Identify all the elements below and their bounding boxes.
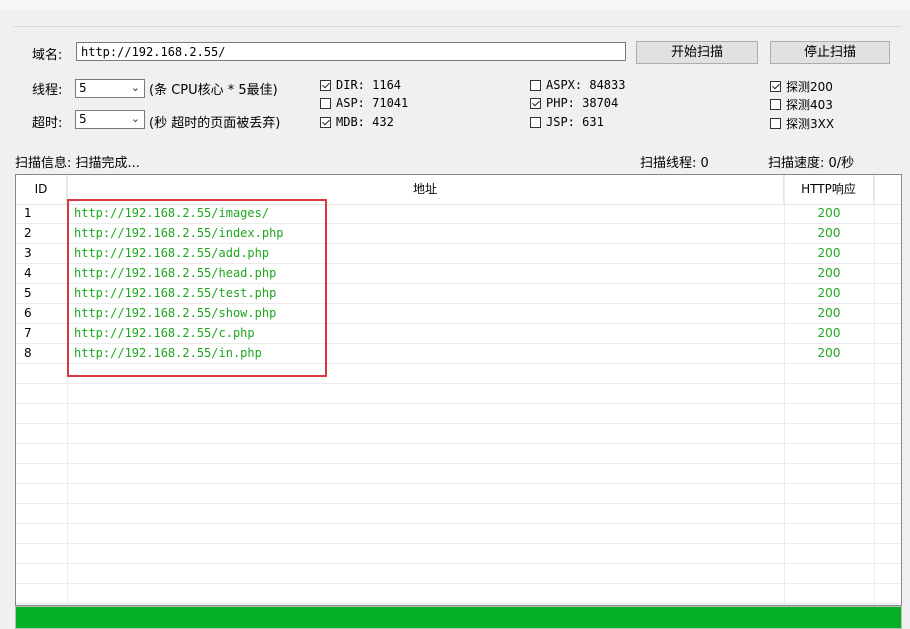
scan-progress-fill	[16, 607, 901, 628]
timeout-value: 5	[79, 112, 87, 126]
start-scan-button[interactable]: 开始扫描	[636, 41, 758, 64]
scan-info-status: 扫描信息: 扫描完成...	[15, 156, 140, 171]
table-row	[16, 484, 901, 504]
table-row	[16, 504, 901, 524]
window-top-strip	[0, 0, 910, 10]
row-http-code: 200	[817, 206, 841, 220]
stop-scan-button[interactable]: 停止扫描	[770, 41, 890, 64]
scan-speed-status: 扫描速度: 0/秒	[768, 156, 855, 171]
row-id: 8	[24, 346, 32, 360]
results-list[interactable]: ID 地址 HTTP响应 1 http://192.168.2.55/images…	[15, 174, 902, 606]
domain-input[interactable]	[77, 43, 625, 60]
timeout-label: 超时:	[32, 116, 63, 131]
row-id: 7	[24, 326, 32, 340]
chevron-down-icon: ⌄	[130, 112, 140, 125]
row-http-code: 200	[817, 266, 841, 280]
row-http-code: 200	[817, 226, 841, 240]
row-http-code: 200	[817, 306, 841, 320]
checkbox-box	[530, 79, 541, 91]
row-http-code: 200	[817, 246, 841, 260]
checkbox-probe-403-label: 探测403	[786, 98, 833, 112]
checkbox-box	[770, 81, 781, 92]
checkbox-jsp-label: JSP: 631	[546, 115, 604, 129]
column-header-http-response[interactable]: HTTP响应	[784, 175, 874, 204]
table-row	[16, 404, 901, 424]
checkbox-probe-3xx-label: 探测3XX	[786, 117, 835, 131]
threads-select[interactable]: 5 ⌄	[75, 79, 145, 98]
threads-value: 5	[79, 81, 87, 95]
table-row	[16, 584, 901, 604]
checkbox-box	[320, 116, 331, 128]
table-row	[16, 384, 901, 404]
scan-threads-status: 扫描线程: 0	[640, 156, 709, 171]
threads-label: 线程:	[32, 83, 63, 98]
row-id: 6	[24, 306, 32, 320]
checkbox-dir-label: DIR: 1164	[336, 78, 402, 92]
checkbox-box	[320, 97, 331, 109]
checkbox-probe-403[interactable]: 探测403	[770, 96, 833, 113]
table-row	[16, 464, 901, 484]
column-header-id[interactable]: ID	[16, 175, 67, 204]
checkbox-box	[770, 118, 781, 129]
scan-progress-bar	[15, 606, 902, 629]
checkbox-box	[320, 79, 331, 91]
timeout-select[interactable]: 5 ⌄	[75, 110, 145, 129]
chevron-down-icon: ⌄	[130, 81, 140, 94]
row-id: 4	[24, 266, 32, 280]
checkbox-dir[interactable]: DIR: 1164	[320, 78, 401, 92]
highlight-box	[67, 199, 327, 377]
domain-field-box	[76, 42, 626, 61]
checkbox-probe-200-label: 探测200	[786, 80, 833, 94]
checkbox-asp[interactable]: ASP: 71041	[320, 96, 408, 110]
checkbox-mdb-label: MDB: 432	[336, 115, 394, 129]
table-row	[16, 424, 901, 444]
table-row	[16, 524, 901, 544]
checkbox-box	[770, 99, 781, 110]
table-row	[16, 544, 901, 564]
checkbox-asp-label: ASP: 71041	[336, 96, 409, 110]
row-id: 2	[24, 226, 32, 240]
checkbox-php[interactable]: PHP: 38704	[530, 96, 618, 110]
checkbox-mdb[interactable]: MDB: 432	[320, 115, 394, 129]
domain-label: 域名:	[32, 48, 63, 63]
row-id: 3	[24, 246, 32, 260]
row-id: 5	[24, 286, 32, 300]
row-id: 1	[24, 206, 32, 220]
row-http-code: 200	[817, 326, 841, 340]
table-row	[16, 564, 901, 584]
threads-hint: (条 CPU核心 * 5最佳)	[149, 83, 278, 98]
checkbox-php-label: PHP: 38704	[546, 96, 619, 110]
checkbox-box	[530, 97, 541, 109]
table-row	[16, 444, 901, 464]
checkbox-probe-200[interactable]: 探测200	[770, 78, 833, 95]
checkbox-aspx[interactable]: ASPX: 84833	[530, 78, 625, 92]
row-http-code: 200	[817, 286, 841, 300]
checkbox-probe-3xx[interactable]: 探测3XX	[770, 115, 834, 132]
row-http-code: 200	[817, 346, 841, 360]
checkbox-jsp[interactable]: JSP: 631	[530, 115, 604, 129]
checkbox-box	[530, 116, 541, 128]
checkbox-aspx-label: ASPX: 84833	[546, 78, 626, 92]
timeout-hint: (秒 超时的页面被丢弃)	[149, 116, 281, 131]
